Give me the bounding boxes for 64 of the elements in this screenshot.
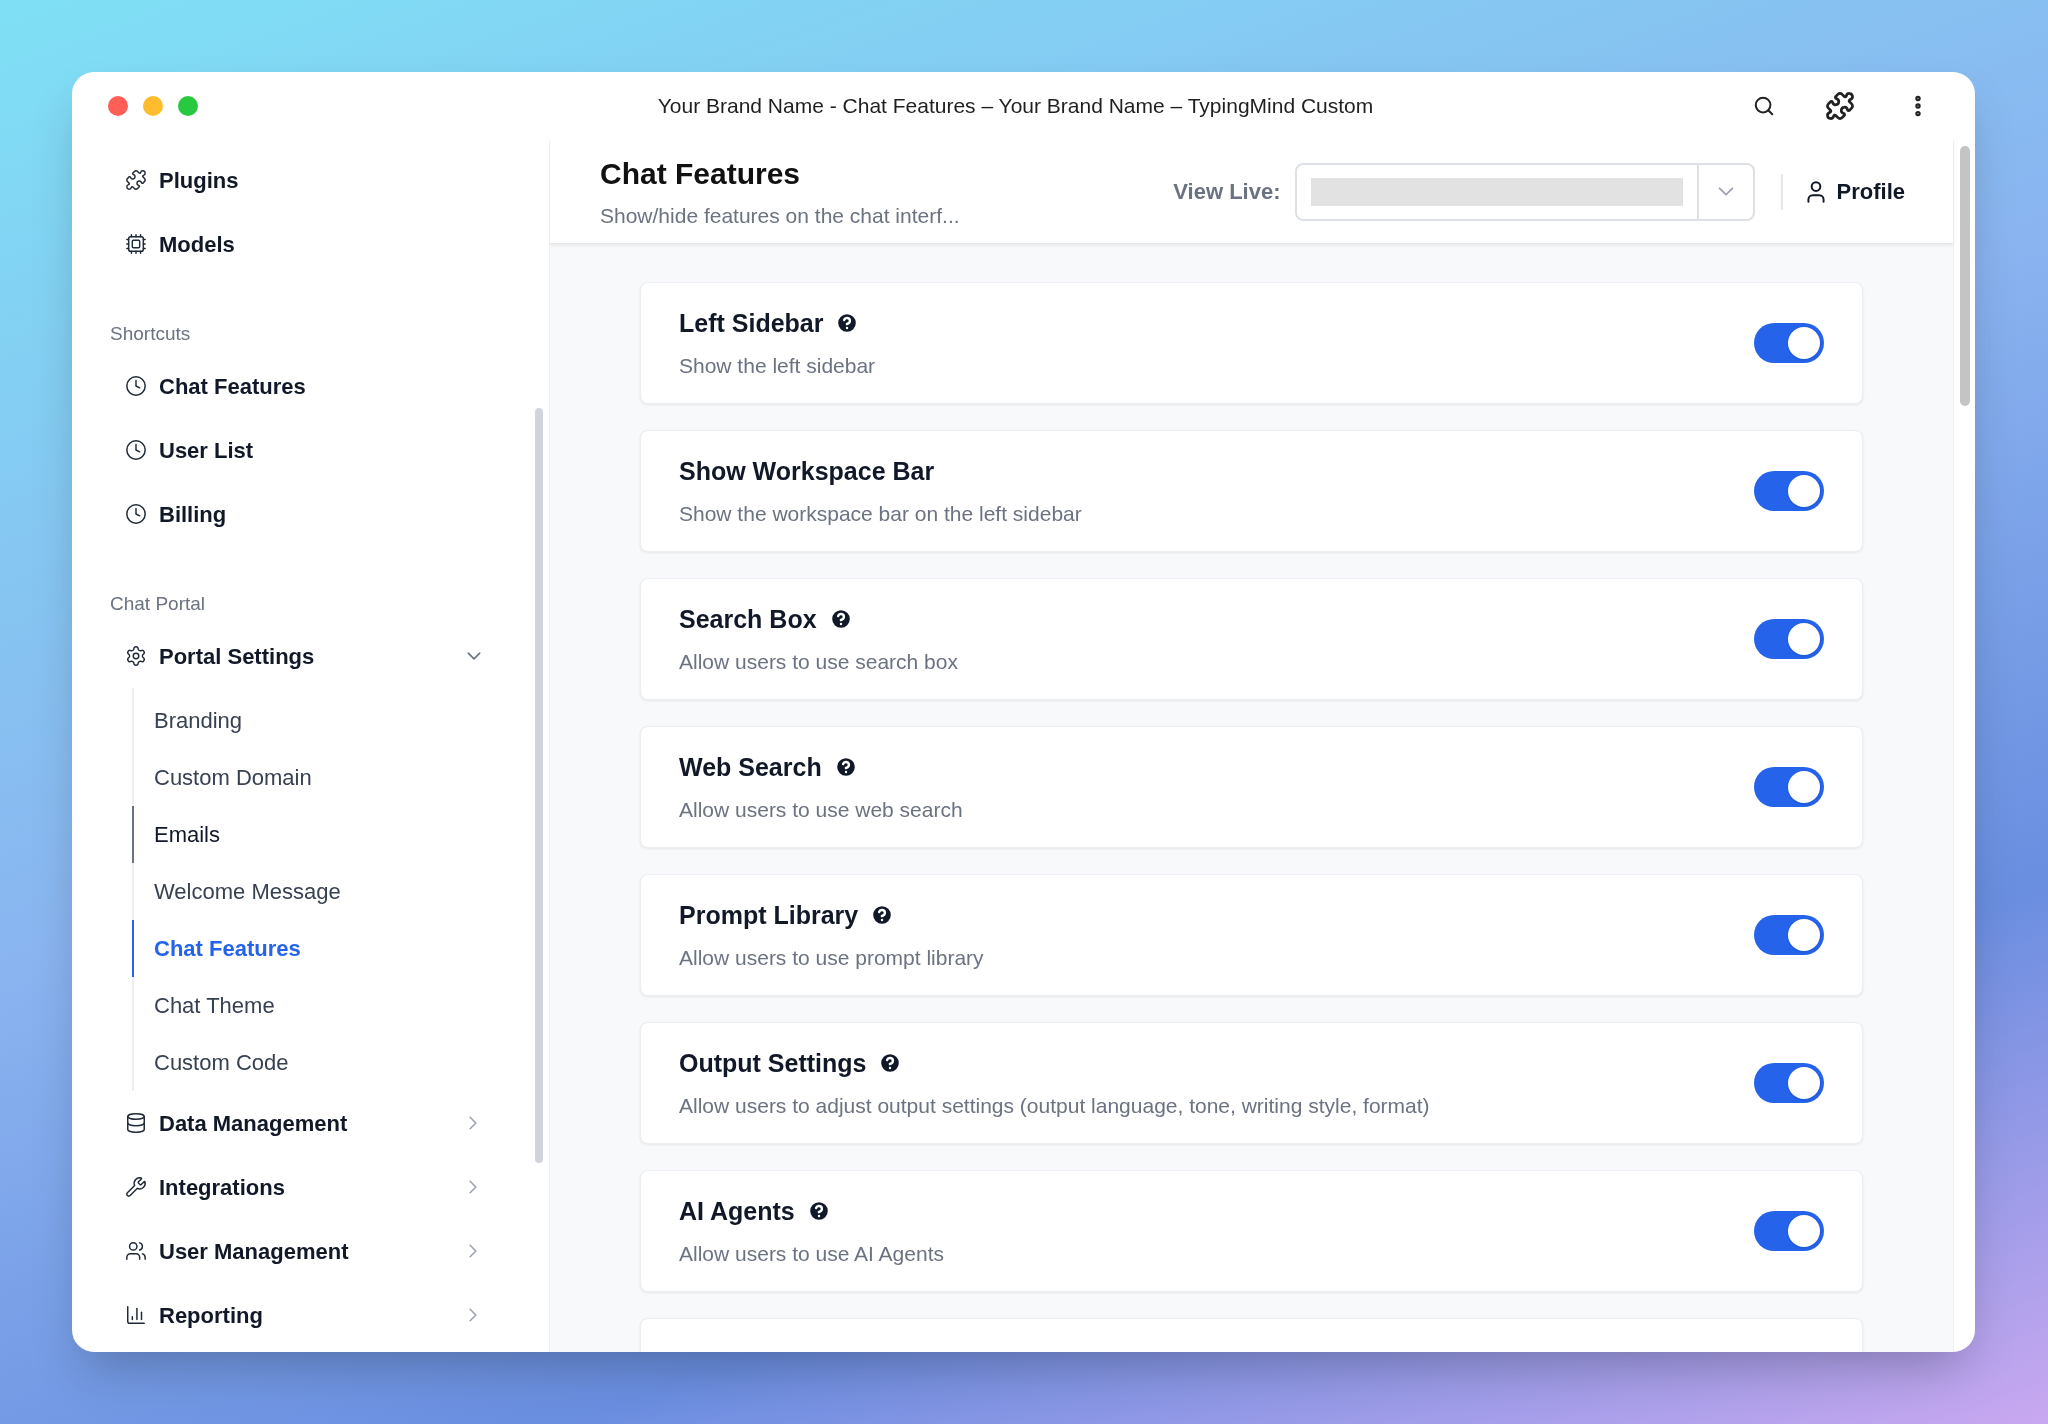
sub-item[interactable]: Chat Features [132, 920, 495, 977]
chevron-right-icon [469, 1308, 477, 1322]
sidebar-item[interactable]: Chat Features [110, 354, 495, 418]
sub-item[interactable]: Welcome Message [132, 863, 495, 920]
bar-chart-icon [125, 1304, 147, 1326]
feature-description: Show the workspace bar on the left sidebar [679, 501, 1083, 527]
feature-title: Web Search [679, 751, 822, 783]
clock-icon [125, 375, 147, 397]
sidebar-item[interactable]: Data Management [110, 1091, 495, 1155]
database-icon [125, 1112, 147, 1134]
page-title: Chat Features [600, 156, 802, 193]
sub-item[interactable]: Branding [132, 692, 495, 749]
chevron-right-icon [469, 1180, 477, 1194]
toggle-switch[interactable] [1754, 915, 1824, 955]
feature-title: Output Settings [679, 1047, 867, 1079]
toggle-switch[interactable] [1754, 1063, 1824, 1103]
clock-icon [125, 439, 147, 461]
close-window-button[interactable] [108, 96, 128, 116]
page-subtitle: Show/hide features on the chat interf... [600, 203, 961, 230]
sub-item[interactable]: Emails [132, 806, 495, 863]
view-live-label: View Live: [1173, 178, 1281, 206]
section-heading: Shortcuts [110, 321, 192, 346]
sidebar-item[interactable]: Billing [110, 482, 495, 546]
users-icon [125, 1240, 147, 1262]
chip-icon [125, 233, 147, 255]
toggle-switch[interactable] [1754, 1211, 1824, 1251]
toggle-switch[interactable] [1754, 323, 1824, 363]
sidebar-item[interactable]: Portal Settings [110, 624, 495, 688]
feature-description: Allow users to use web search [679, 797, 964, 823]
feature-description: Allow users to use search box [679, 649, 959, 675]
feature-title: Show Workspace Bar [679, 455, 935, 487]
feature-description: Allow users to use AI Agents [679, 1241, 945, 1267]
puzzle-icon [125, 169, 147, 191]
window-title: Your Brand Name - Chat Features – Your Brand Name – TypingMind Custom [657, 93, 1374, 120]
wrench-icon [125, 1176, 147, 1198]
sub-item[interactable]: Chat Theme [132, 977, 495, 1034]
sub-item[interactable]: Custom Domain [132, 749, 495, 806]
puzzle-icon[interactable] [1825, 91, 1855, 121]
sub-item[interactable]: Custom Code [132, 1034, 495, 1091]
sidebar-item[interactable]: Reporting [110, 1283, 495, 1347]
search-icon[interactable] [1753, 95, 1775, 117]
sidebar-item[interactable]: Models [110, 212, 495, 276]
feature-description: Show the left sidebar [679, 353, 877, 379]
feature-description: Allow users to adjust output settings (output language, tone, writing style, format) [679, 1093, 1431, 1119]
chevron-right-icon [469, 1116, 477, 1130]
toggle-switch[interactable] [1754, 619, 1824, 659]
profile-button[interactable]: Profile [1802, 175, 1905, 208]
chevron-down-icon [467, 652, 481, 660]
chevron-right-icon [469, 1244, 477, 1258]
settings-icon [125, 645, 147, 667]
section-heading: Chat Portal [110, 591, 207, 616]
toggle-switch[interactable] [1754, 767, 1824, 807]
sidebar-item[interactable]: User List [110, 418, 495, 482]
feature-title: Left Sidebar [679, 307, 824, 339]
sidebar-item[interactable]: Plugins [110, 148, 495, 212]
clock-icon [125, 503, 147, 525]
chevron-down-icon [1717, 187, 1734, 196]
feature-title: Prompt Library [679, 899, 859, 931]
feature-description: Allow users to use prompt library [679, 945, 985, 971]
feature-title: AI Agents [679, 1195, 795, 1227]
sidebar-item[interactable]: User Management [110, 1219, 495, 1283]
toggle-switch[interactable] [1754, 471, 1824, 511]
sidebar-item[interactable]: Integrations [110, 1155, 495, 1219]
feature-title: Search Box [679, 603, 817, 635]
